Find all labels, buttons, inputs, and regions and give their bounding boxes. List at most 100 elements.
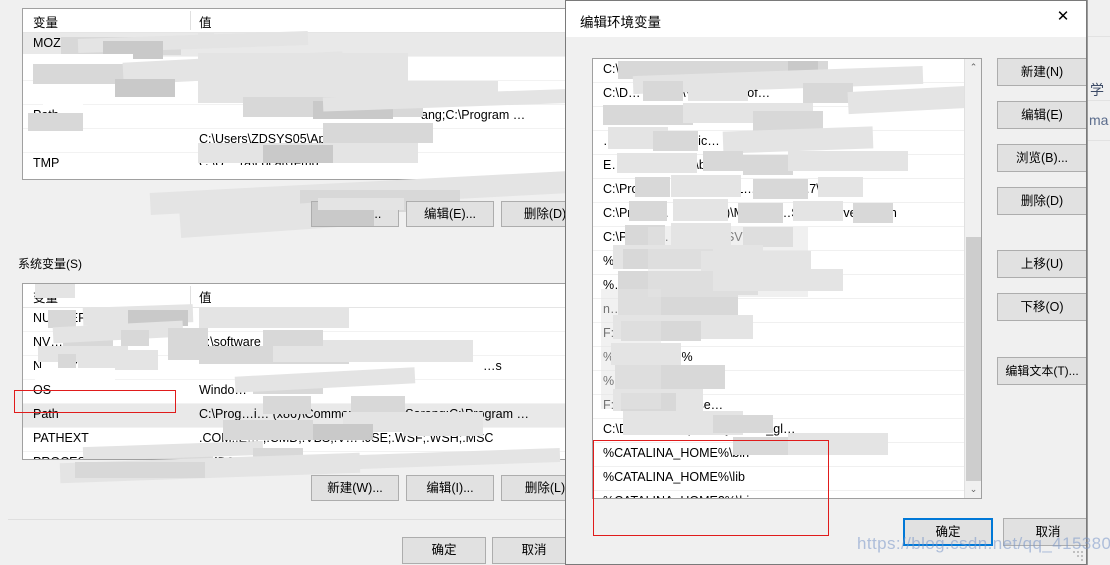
path-entry-text: n…\…br… [603, 302, 663, 316]
table-row[interactable]: NV…e F:\software [23, 332, 569, 356]
user-new-button[interactable]: 新建(N)... [311, 201, 399, 227]
resize-grip-icon[interactable] [1072, 550, 1084, 562]
system-vars-group-label-text: 系统变量(S) [18, 257, 82, 271]
table-row[interactable]: C:\… rive [23, 81, 569, 105]
list-item[interactable]: %…Bu… C…O…\bin [593, 275, 981, 299]
path-move-down-button[interactable]: 下移(O) [997, 293, 1086, 321]
system-delete-button[interactable]: 删除(L) [501, 475, 572, 501]
path-entry-text: %NVM… [603, 374, 655, 388]
list-item[interactable]: %…L…\bin [593, 251, 981, 275]
system-vars-group-label: 系统变量(S) [16, 255, 84, 272]
list-item[interactable]: %NVM… [593, 371, 981, 395]
list-item[interactable]: C:\D… [593, 59, 981, 83]
system-var-name: Path [33, 407, 59, 421]
system-var-value: F:\software [199, 335, 261, 349]
list-item[interactable]: F:\s…ware\Tortoise… [593, 395, 981, 419]
list-item[interactable]: %CATALINA_HOME%\bin [593, 443, 981, 467]
user-col-value[interactable]: 值 [199, 12, 212, 31]
list-item[interactable]: C:\Progra… Fil…\MySQL… serv… 5.7\bi… [593, 179, 981, 203]
right-cancel-label: 取消 [1035, 524, 1061, 539]
system-var-name: PATHEXT [33, 431, 89, 445]
path-entry-text: C:\Data\Develop\nodejs\node_gl… [603, 422, 796, 436]
close-icon[interactable]: ✕ [1040, 1, 1086, 31]
user-delete-label: 删除(D) [523, 206, 567, 221]
list-item[interactable]: C:\D… JDe… \VanDyke Sof… [593, 83, 981, 107]
table-row[interactable]: C:\Users\ZDSYS05\AppD… Temp [23, 129, 569, 153]
edit-environment-variable-dialog: 编辑环境变量 ✕ C:\D… C:\D… JDe… \VanDyke Sof… … [565, 0, 1087, 565]
system-new-button[interactable]: 新建(W)... [311, 475, 399, 501]
user-variables-header: 变量 值 [23, 9, 569, 33]
table-row[interactable]: N…_SYM… …s [23, 356, 569, 380]
list-item[interactable]: C:\Progra… s\TortoiseSVN\… [593, 227, 981, 251]
footer-separator [8, 519, 568, 520]
path-move-up-button[interactable]: 上移(U) [997, 250, 1086, 278]
system-var-value: Windo… [199, 383, 247, 397]
list-item[interactable]: n…\…br… [593, 299, 981, 323]
scroll-up-icon[interactable]: ⌃ [965, 59, 981, 76]
path-new-button[interactable]: 新建(N) [997, 58, 1086, 86]
system-var-name: NV…e [33, 335, 70, 349]
list-item[interactable]: C:\Data\Develop\nodejs\node_gl… [593, 419, 981, 443]
table-row[interactable]: rive [23, 57, 569, 81]
table-row[interactable]: MOZ [23, 33, 569, 57]
scroll-down-glyph: ⌄ [969, 484, 978, 494]
right-cancel-button[interactable]: 取消 [1003, 518, 1086, 546]
user-variables-listview[interactable]: 变量 值 MOZ rive C:\… rive Path ang;C:\Prog… [22, 8, 570, 180]
system-variables-listview[interactable]: 变量 值 NUMBER_OF… NV…e F:\software N…_SYM…… [22, 283, 570, 460]
environment-variables-dialog: 变量 值 MOZ rive C:\… rive Path ang;C:\Prog… [0, 0, 573, 565]
list-item[interactable]: …Data…velop\Mic… \bin [593, 131, 981, 155]
system-var-name: NUMBER_OF… [33, 311, 124, 325]
path-entries-list[interactable]: C:\D… C:\D… JDe… \VanDyke Sof… %…OME%\bi… [592, 58, 982, 499]
list-item[interactable]: C:\Progra… Fil… (x86)\MySQL\…SQL… erver … [593, 203, 981, 227]
right-ok-label: 确定 [935, 524, 961, 539]
path-entry-text: C:\D… JDe… \VanDyke Sof… [603, 86, 771, 100]
right-ok-button[interactable]: 确定 [903, 518, 993, 546]
path-entry-text: E…on…D…er…\bin [603, 158, 716, 172]
system-var-name: PROCESSOR_… [33, 455, 132, 459]
list-item[interactable]: %…M_HOME% [593, 347, 981, 371]
close-icon-glyph: ✕ [1056, 7, 1070, 25]
table-row[interactable]: PATHEXT .COM;.E… ;.CMD;.VBS;.V… .JSE;.WS… [23, 428, 569, 452]
path-browse-label: 浏览(B)... [1015, 150, 1069, 165]
system-variables-header: 变量 值 [23, 284, 569, 308]
table-row[interactable]: TMP C:\U… ra\Local\Temp [23, 153, 569, 177]
table-row[interactable]: Path C:\Prog…i… (x86)\Common File… etSar… [23, 404, 569, 428]
background-text-en: ma [1089, 112, 1109, 128]
left-ok-label: 确定 [431, 543, 457, 558]
scrollbar-thumb[interactable] [966, 237, 981, 482]
path-entry-text: %…M_HOME% [603, 350, 693, 364]
path-edit-text-button[interactable]: 编辑文本(T)... [997, 357, 1086, 385]
path-delete-label: 删除(D) [1020, 193, 1064, 208]
table-row[interactable]: PROCESSOR_… AMD64 [23, 452, 569, 459]
redaction-smudge [75, 462, 205, 478]
table-row[interactable]: NUMBER_OF… [23, 308, 569, 332]
path-list-scrollbar[interactable]: ⌃ ⌄ [964, 59, 981, 498]
path-edit-button[interactable]: 编辑(E) [997, 101, 1086, 129]
user-var-value: C:\Users\ZDSYS05\AppD… Temp [199, 132, 388, 146]
path-delete-button[interactable]: 删除(D) [997, 187, 1086, 215]
user-var-name: TMP [33, 156, 60, 170]
system-edit-button[interactable]: 编辑(I)... [406, 475, 494, 501]
left-ok-button[interactable]: 确定 [402, 537, 486, 564]
list-item[interactable]: %CATALINA_HOME2%\bin [593, 491, 981, 498]
list-item[interactable]: E…on…D…er…\bin [593, 155, 981, 179]
background-window-sliver: 学 ma [1087, 0, 1110, 565]
path-entry-text: C:\D… [603, 62, 641, 76]
path-entry-text: %CATALINA_HOME%\bin [603, 446, 750, 460]
left-cancel-button[interactable]: 取消 [492, 537, 572, 564]
user-delete-button[interactable]: 删除(D) [501, 201, 572, 227]
list-item[interactable]: F:\…Va… [593, 323, 981, 347]
path-browse-button[interactable]: 浏览(B)... [997, 144, 1086, 172]
list-item[interactable]: %CATALINA_HOME%\lib [593, 467, 981, 491]
system-col-value[interactable]: 值 [199, 287, 212, 306]
user-edit-button[interactable]: 编辑(E)... [406, 201, 494, 227]
system-col-variable[interactable]: 变量 [33, 287, 58, 306]
path-entry-text: %…Bu… C…O…\bin [603, 278, 722, 292]
scroll-down-icon[interactable]: ⌄ [965, 481, 981, 498]
list-item[interactable]: %…OME%\bin [593, 107, 981, 131]
path-move-down-label: 下移(O) [1020, 299, 1064, 314]
table-row[interactable]: OS Windo… [23, 380, 569, 404]
user-col-variable[interactable]: 变量 [33, 12, 58, 31]
system-var-name: OS [33, 383, 52, 397]
table-row[interactable]: Path ang;C:\Program … [23, 105, 569, 129]
